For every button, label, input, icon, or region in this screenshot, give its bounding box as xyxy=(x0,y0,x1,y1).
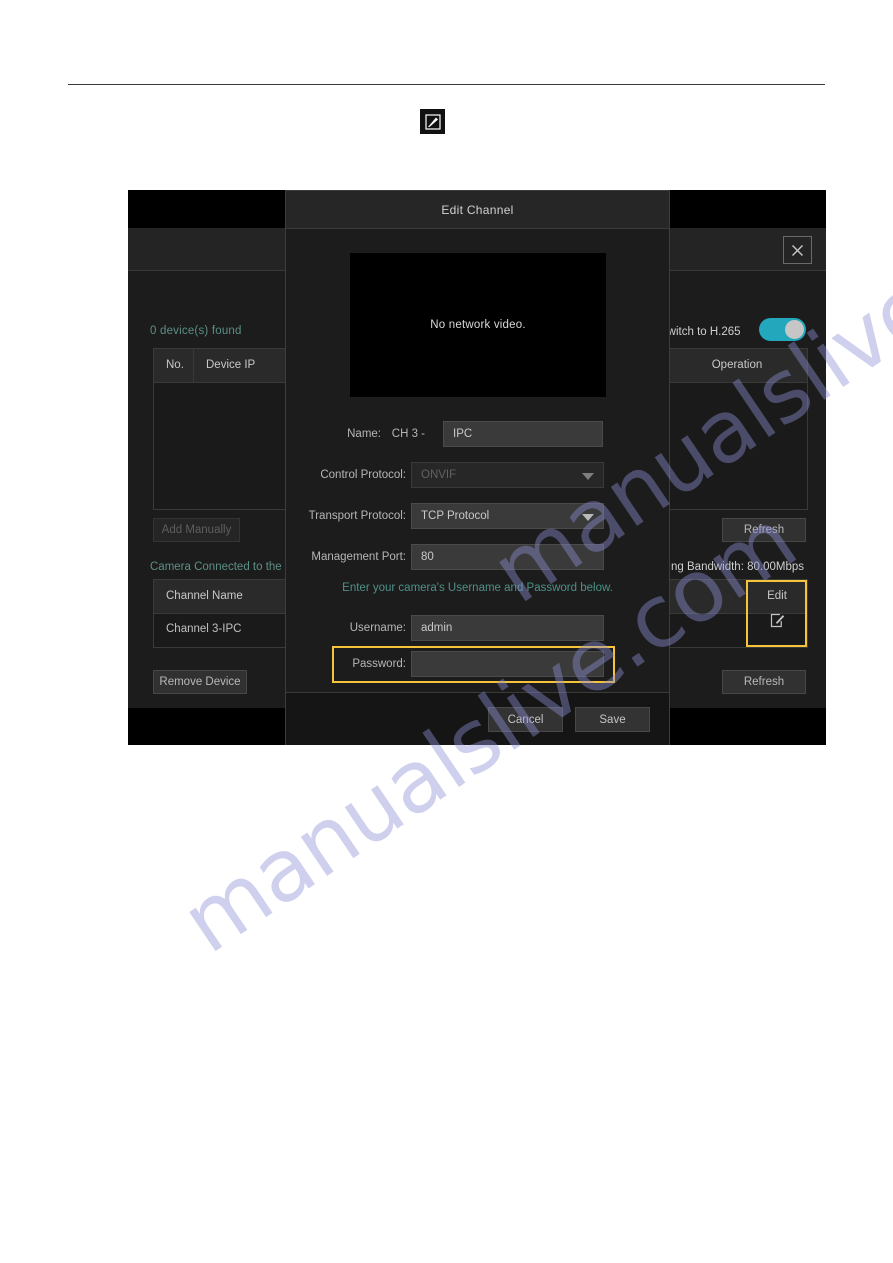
credentials-hint: Enter your camera's Username and Passwor… xyxy=(342,582,613,594)
control-protocol-label: Control Protocol: xyxy=(320,469,406,481)
control-protocol-select[interactable]: ONVIF xyxy=(411,462,604,488)
field-row-transport-protocol: Transport Protocol: TCP Protocol xyxy=(286,503,669,529)
field-row-name: Name: CH 3 - IPC xyxy=(286,421,669,447)
dialog-title: Edit Channel xyxy=(286,191,669,229)
username-input[interactable]: admin xyxy=(411,615,604,641)
dialog-footer: Cancel Save xyxy=(286,692,669,745)
chevron-down-icon xyxy=(582,514,594,521)
video-preview: No network video. xyxy=(350,253,606,397)
edit-channel-dialog: Edit Channel No network video. Name: CH … xyxy=(285,190,670,745)
page-header-rule xyxy=(68,84,825,85)
row-edit-button[interactable] xyxy=(747,613,807,646)
name-label: Name: xyxy=(347,428,381,440)
column-header-no: No. xyxy=(154,349,194,382)
bandwidth-label: ng Bandwidth: 80.00Mbps xyxy=(671,561,804,573)
edit-pencil-icon xyxy=(420,109,445,134)
close-icon[interactable] xyxy=(783,236,812,264)
h265-toggle[interactable] xyxy=(759,318,806,341)
preview-message: No network video. xyxy=(430,319,526,331)
cancel-button[interactable]: Cancel xyxy=(488,707,563,732)
column-header-edit: Edit xyxy=(767,590,787,602)
transport-protocol-label: Transport Protocol: xyxy=(308,510,406,522)
remove-device-button[interactable]: Remove Device xyxy=(153,670,247,694)
column-header-operation: Operation xyxy=(711,359,763,371)
name-prefix: CH 3 - xyxy=(391,428,425,440)
management-port-label: Management Port: xyxy=(311,551,406,563)
chevron-down-icon xyxy=(582,473,594,480)
connected-cameras-label: Camera Connected to the xyxy=(150,561,282,573)
transport-protocol-select[interactable]: TCP Protocol xyxy=(411,503,604,529)
username-label: Username: xyxy=(349,622,406,634)
field-row-username: Username: admin xyxy=(286,615,669,641)
management-port-input[interactable]: 80 xyxy=(411,544,604,570)
devices-found-label: 0 device(s) found xyxy=(150,325,242,337)
edit-pencil-icon xyxy=(770,613,784,628)
field-row-control-protocol: Control Protocol: ONVIF xyxy=(286,462,669,488)
h265-label: Switch to H.265 xyxy=(660,326,741,338)
refresh-channels-button[interactable]: Refresh xyxy=(722,670,806,694)
toggle-knob xyxy=(785,320,804,339)
password-field-highlight xyxy=(332,646,615,683)
name-input[interactable]: IPC xyxy=(443,421,603,447)
save-button[interactable]: Save xyxy=(575,707,650,732)
refresh-devices-button[interactable]: Refresh xyxy=(722,518,806,542)
field-row-management-port: Management Port: 80 xyxy=(286,544,669,570)
add-manually-button[interactable]: Add Manually xyxy=(153,518,240,542)
